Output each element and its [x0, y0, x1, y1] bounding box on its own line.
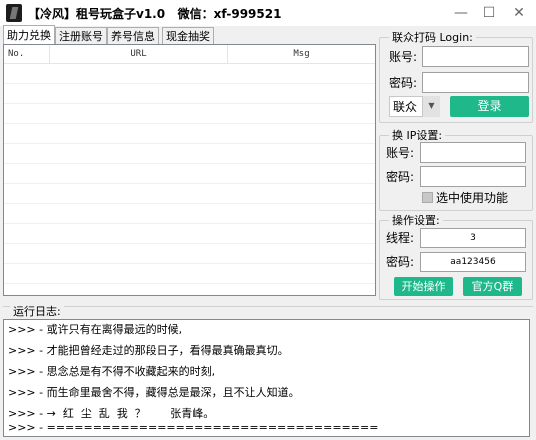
log-line: >>> - 思念总是有不得不收藏起来的时刻, [8, 365, 216, 378]
column-header-url[interactable]: URL [50, 45, 228, 63]
captcha-password-label: 密码: [389, 76, 418, 90]
captcha-account-label: 账号: [389, 50, 418, 64]
log-divider [3, 306, 533, 308]
result-list[interactable]: No. URL Msg [3, 44, 376, 296]
log-line: >>> - ==================================… [8, 421, 379, 434]
list-header: No. URL Msg [4, 45, 375, 64]
captcha-provider-select[interactable]: 联众 ▼ [389, 96, 440, 117]
log-line: >>> - 而生命里最舍不得，藏得总是最深，且不让人知道。 [8, 386, 300, 399]
list-row [4, 104, 375, 124]
threads-label: 线程: [386, 231, 415, 245]
login-button[interactable]: 登录 [450, 96, 529, 117]
maximize-button[interactable]: ☐ [478, 3, 500, 23]
ip-password-label: 密码: [386, 170, 415, 184]
tab-register[interactable]: 注册账号 [55, 27, 107, 45]
list-row [4, 204, 375, 224]
column-header-no[interactable]: No. [4, 45, 50, 63]
tab-lottery[interactable]: 现金抽奖 [162, 27, 214, 45]
run-log[interactable]: >>> - 或许只有在离得最远的时候, >>> - 才能把曾经走过的那段日子，看… [3, 319, 530, 437]
list-row [4, 184, 375, 204]
captcha-account-input[interactable] [422, 46, 529, 67]
list-row [4, 124, 375, 144]
column-header-msg[interactable]: Msg [228, 45, 375, 63]
list-row [4, 144, 375, 164]
list-row [4, 84, 375, 104]
captcha-password-input[interactable] [422, 72, 529, 93]
start-operation-button[interactable]: 开始操作 [394, 277, 453, 296]
log-line: >>> - 才能把曾经走过的那段日子，看得最真确最真切。 [8, 344, 289, 357]
list-row [4, 164, 375, 184]
list-row [4, 244, 375, 264]
official-qq-group-button[interactable]: 官方Q群 [463, 277, 522, 296]
use-ip-checkbox[interactable] [422, 192, 433, 203]
log-line: >>> - → 红 尘 乱 我 ？ 张青峰。 [8, 407, 215, 420]
close-button[interactable]: ✕ [508, 3, 530, 23]
threads-input[interactable]: 3 [420, 228, 526, 248]
list-row [4, 224, 375, 244]
ops-password-label: 密码: [386, 255, 415, 269]
use-ip-checkbox-label[interactable]: 选中使用功能 [436, 191, 508, 205]
ip-account-input[interactable] [420, 142, 526, 163]
ops-password-input[interactable]: aa123456 [420, 252, 526, 272]
operation-settings-title: 操作设置: [389, 214, 443, 227]
list-row [4, 64, 375, 84]
window-title: 【冷风】租号玩盒子v1.0 微信：xf-999521 [28, 7, 282, 21]
minimize-button[interactable]: — [450, 3, 472, 23]
captcha-login-title: 联众打码 Login: [389, 31, 476, 44]
tab-account-info[interactable]: 养号信息 [107, 27, 159, 45]
log-line: >>> - 或许只有在离得最远的时候, [8, 323, 183, 336]
tab-redeem[interactable]: 助力兑换 [3, 25, 55, 45]
title-bar: 【冷风】租号玩盒子v1.0 微信：xf-999521 — ☐ ✕ [0, 0, 536, 26]
chevron-down-icon[interactable]: ▼ [422, 96, 440, 117]
ip-settings-title: 换 IP设置: [389, 129, 446, 142]
captcha-provider-value: 联众 [393, 100, 418, 114]
log-title: 运行日志: [10, 305, 64, 318]
list-row [4, 264, 375, 284]
app-logo-icon [6, 4, 22, 22]
ip-password-input[interactable] [420, 166, 526, 187]
ip-account-label: 账号: [386, 146, 415, 160]
